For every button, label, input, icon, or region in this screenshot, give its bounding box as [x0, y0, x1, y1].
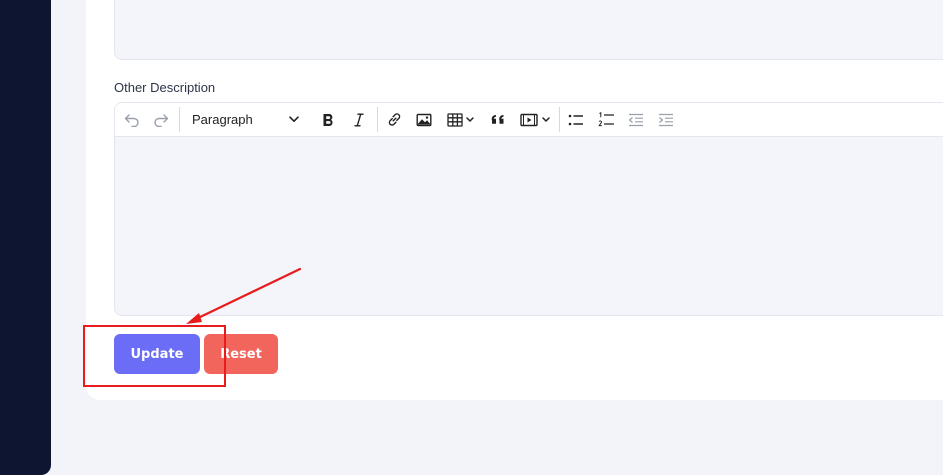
blockquote-icon[interactable] [487, 103, 509, 136]
toolbar-separator [377, 107, 378, 132]
sidebar [0, 0, 51, 475]
outdent-icon[interactable] [625, 103, 647, 136]
toolbar-separator [179, 107, 180, 132]
bold-icon[interactable] [317, 103, 339, 136]
bulleted-list-icon[interactable] [565, 103, 587, 136]
other-description-label: Other Description [114, 80, 216, 95]
media-icon[interactable] [517, 103, 555, 136]
previous-editor-content[interactable] [114, 0, 943, 60]
other-description-editor: Paragraph [114, 102, 943, 316]
indent-icon[interactable] [655, 103, 677, 136]
block-format-value: Paragraph [192, 112, 253, 127]
toolbar-separator [559, 107, 560, 132]
italic-icon[interactable] [348, 103, 370, 136]
redo-icon[interactable] [150, 103, 172, 136]
numbered-list-icon[interactable] [595, 103, 617, 136]
link-icon[interactable] [383, 103, 405, 136]
editor-content-area[interactable] [115, 137, 943, 315]
reset-button[interactable]: Reset [204, 334, 278, 374]
table-icon[interactable] [444, 103, 478, 136]
block-format-dropdown[interactable]: Paragraph [187, 103, 301, 136]
undo-icon[interactable] [121, 103, 143, 136]
chevron-down-icon [289, 116, 301, 123]
editor-toolbar: Paragraph [115, 103, 943, 137]
update-button[interactable]: Update [114, 334, 200, 374]
image-icon[interactable] [413, 103, 435, 136]
